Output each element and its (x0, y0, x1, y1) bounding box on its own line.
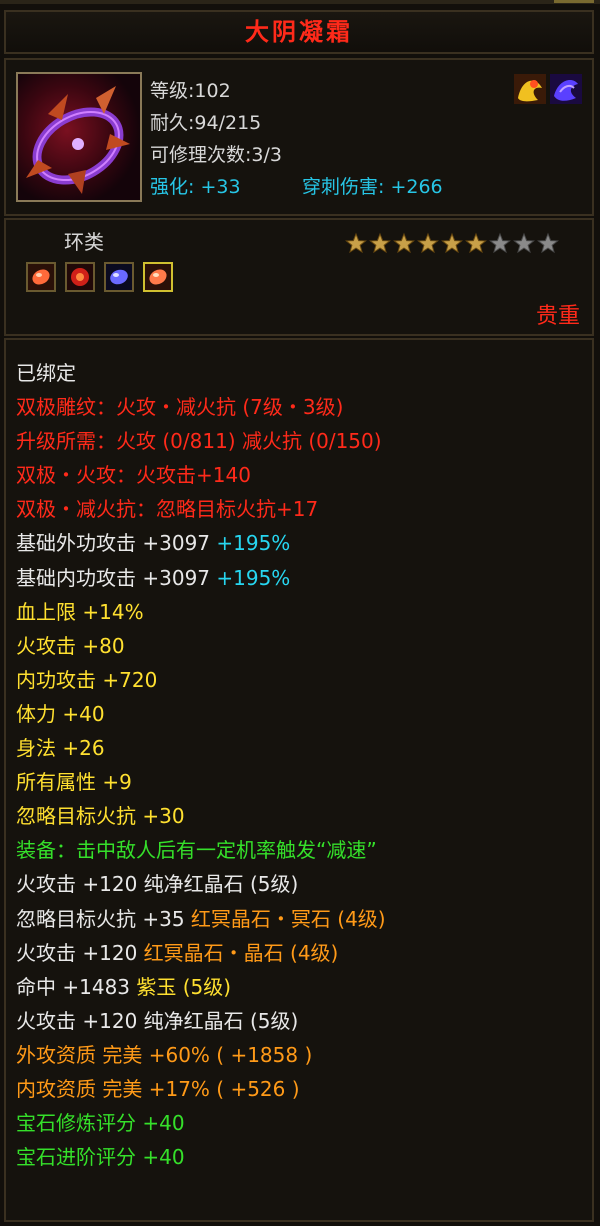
attribute-line: 火攻击 +120 纯净红晶石 (5级) (16, 1004, 386, 1038)
attribute-line: 装备：击中敌人后有一定机率触发“减速” (16, 833, 386, 867)
top-edge (0, 0, 600, 4)
attribute-text: 已绑定 (16, 361, 76, 385)
star-filled-icon (417, 232, 439, 254)
attribute-text: 双极・减火抗：忽略目标火抗+17 (16, 497, 319, 522)
attribute-text: 紫玉 (5级) (136, 974, 232, 999)
attribute-line: 命中 +1483 紫玉 (5级) (16, 970, 386, 1004)
attribute-text: 身法 +26 (16, 736, 105, 761)
attribute-line: 火攻击 +120 红冥晶石・晶石 (4级) (16, 936, 386, 970)
attribute-text: 双极・火攻：火攻击+140 (16, 463, 251, 488)
status-icons (512, 72, 584, 106)
attribute-line: 基础外功攻击 +3097 +195% (16, 526, 386, 560)
star-filled-icon (441, 232, 463, 254)
item-meta: 环类 贵重 (4, 218, 594, 336)
attribute-text: 命中 +1483 (16, 974, 137, 999)
attribute-line: 火攻击 +120 纯净红晶石 (5级) (16, 867, 386, 901)
attribute-line: 已绑定 (16, 356, 386, 390)
star-filled-icon (393, 232, 415, 254)
attribute-line: 双极雕纹：火攻・减火抗 (7级・3级) (16, 390, 386, 424)
attribute-line: 所有属性 +9 (16, 765, 386, 799)
gem-slot-3-icon (104, 262, 135, 292)
attribute-line: 双极・减火抗：忽略目标火抗+17 (16, 492, 386, 526)
attribute-text: 装备：击中敌人后有一定机率触发“减速” (16, 838, 377, 863)
attribute-line: 血上限 +14% (16, 595, 386, 629)
attribute-text: 内攻资质 完美 +17% ( +526 ) (16, 1076, 300, 1101)
attribute-text: 基础外功攻击 +3097 (16, 531, 217, 556)
attribute-text: 红冥晶石・冥石 (4级) (190, 906, 386, 931)
attribute-line: 忽略目标火抗 +35 红冥晶石・冥石 (4级) (16, 902, 386, 936)
gem-slot-2-icon (65, 262, 96, 292)
attribute-text: 红冥晶石・晶石 (4级) (143, 940, 339, 965)
attribute-text: 忽略目标火抗 +30 (16, 804, 185, 829)
attribute-lines: 已绑定双极雕纹：火攻・减火抗 (7级・3级) 升级所需：火攻 (0/811) 减火… (16, 356, 386, 1174)
attribute-text: 所有属性 +9 (16, 770, 132, 795)
enhance-level: 强化: +33 (150, 176, 241, 198)
item-category: 环类 (64, 230, 104, 254)
attribute-text: 忽略目标火抗 +35 (16, 906, 191, 931)
attribute-text: 双极雕纹：火攻・减火抗 (7级・3级) (16, 395, 344, 420)
attribute-line: 体力 +40 (16, 697, 386, 731)
attribute-text: 外攻资质 完美 +60% ( +1858 ) (16, 1042, 313, 1067)
gem-slot-4-icon (143, 262, 174, 292)
attribute-text: 血上限 (16, 599, 83, 624)
attribute-line: 内功攻击 +720 (16, 663, 386, 697)
star-filled-icon (345, 232, 367, 254)
attribute-text: 内功攻击 +720 (16, 667, 158, 692)
attribute-text: 火攻击 +120 (16, 940, 144, 965)
attribute-line: 基础内功攻击 +3097 +195% (16, 561, 386, 595)
attribute-list: 已绑定双极雕纹：火攻・减火抗 (7级・3级) 升级所需：火攻 (0/811) 减火… (4, 338, 594, 1222)
attribute-line: 升级所需：火攻 (0/811) 减火抗 (0/150) (16, 424, 386, 458)
attribute-text: +195% (216, 565, 291, 590)
item-repairs: 可修理次数:3/3 (150, 144, 282, 166)
attribute-line: 宝石进阶评分 +40 (16, 1140, 386, 1174)
top-edge-ornament (554, 0, 594, 3)
attribute-text: 体力 +40 (16, 701, 105, 726)
attribute-line: 宝石修炼评分 +40 (16, 1106, 386, 1140)
pierce-damage: 穿刺伤害: +266 (302, 176, 443, 198)
item-rarity: 贵重 (535, 304, 580, 329)
attribute-line: 外攻资质 完美 +60% ( +1858 ) (16, 1038, 386, 1072)
attribute-line: 火攻击 +80 (16, 629, 386, 663)
attribute-text: 火攻击 +120 纯净红晶石 (5级) (16, 872, 299, 897)
star-filled-icon (369, 232, 391, 254)
item-title: 大阴凝霜 (4, 10, 594, 54)
attribute-text: 升级所需：火攻 (0/811) 减火抗 (0/150) (16, 429, 382, 454)
ring-weapon-icon (18, 74, 140, 200)
star-empty-icon (489, 232, 511, 254)
attribute-line: 身法 +26 (16, 731, 386, 765)
attribute-text: 火攻击 +120 纯净红晶石 (5级) (16, 1008, 299, 1033)
buff-icons (514, 74, 582, 104)
item-icon (16, 72, 142, 202)
star-rating (344, 232, 560, 254)
attribute-text: 宝石进阶评分 +40 (16, 1145, 185, 1170)
attribute-line: 双极・火攻：火攻击+140 (16, 458, 386, 492)
star-empty-icon (513, 232, 535, 254)
attribute-text: 基础内功攻击 +3097 (16, 565, 217, 590)
item-level: 等级:102 (150, 80, 231, 102)
item-tooltip: 大阴凝霜 等级:102 耐久:94/215 可修理次数:3/3 强化: +33 … (0, 0, 600, 1226)
socketed-gems (26, 262, 177, 294)
item-durability: 耐久:94/215 (150, 112, 262, 134)
attribute-line: 内攻资质 完美 +17% ( +526 ) (16, 1072, 386, 1106)
attribute-text: 火攻击 +80 (16, 633, 125, 658)
attribute-text: +14% (82, 599, 144, 624)
star-empty-icon (537, 232, 559, 254)
item-summary: 等级:102 耐久:94/215 可修理次数:3/3 强化: +33 穿刺伤害:… (4, 58, 594, 216)
attribute-text: +195% (216, 531, 291, 556)
attribute-line: 忽略目标火抗 +30 (16, 799, 386, 833)
attribute-text: 宝石修炼评分 +40 (16, 1111, 185, 1136)
star-filled-icon (465, 232, 487, 254)
gem-slot-1-icon (26, 262, 56, 292)
